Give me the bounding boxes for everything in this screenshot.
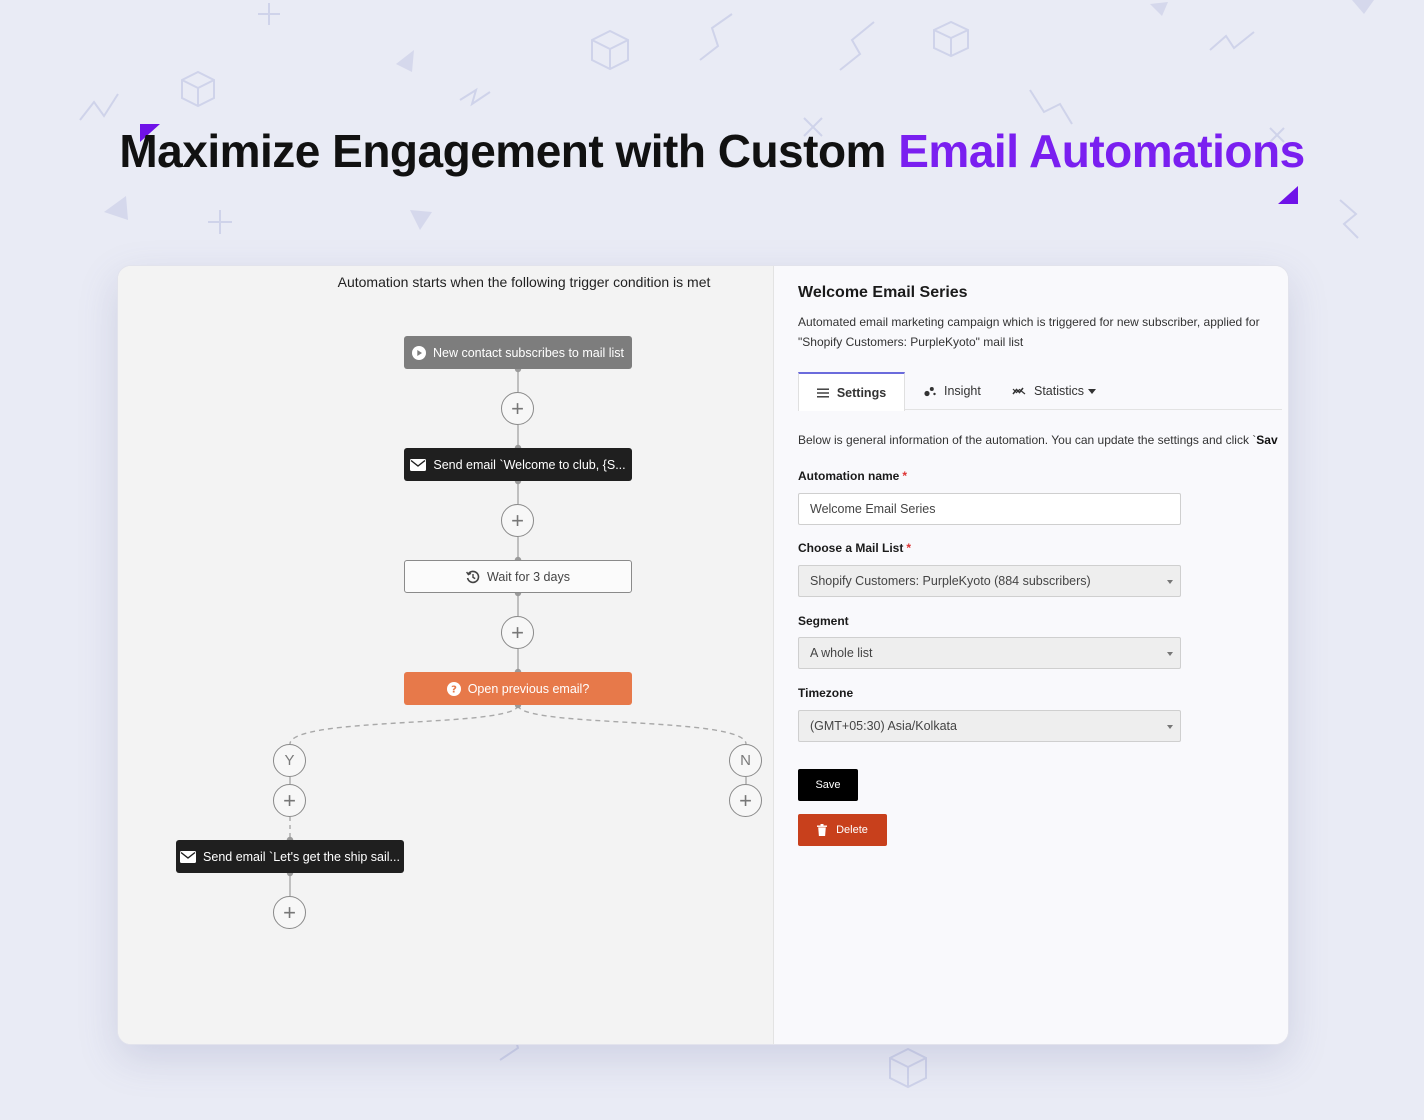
segment-label: Segment	[798, 614, 849, 628]
mail-list-label: Choose a Mail List *	[798, 541, 911, 555]
timezone-value: (GMT+05:30) Asia/Kolkata	[810, 719, 957, 733]
condition-node[interactable]: ? Open previous email?	[404, 672, 632, 705]
tab-insight[interactable]: Insight	[924, 372, 981, 410]
mail-list-select[interactable]: Shopify Customers: PurpleKyoto (884 subs…	[798, 565, 1181, 597]
settings-info-bold: Sav	[1256, 433, 1278, 447]
trash-icon	[817, 824, 828, 836]
automation-card: Automation starts when the following tri…	[117, 265, 1289, 1045]
mail-list-value: Shopify Customers: PurpleKyoto (884 subs…	[810, 574, 1091, 588]
trigger-node[interactable]: New contact subscribes to mail list	[404, 336, 632, 369]
automation-name-label: Automation name *	[798, 469, 907, 483]
send-email-node-2[interactable]: Send email `Let's get the ship sail...	[176, 840, 404, 873]
envelope-icon	[180, 850, 197, 863]
timezone-label: Timezone	[798, 686, 854, 700]
segment-value: A whole list	[810, 646, 873, 660]
mail-list-label-text: Choose a Mail List	[798, 541, 904, 555]
scatter-dots-icon	[924, 385, 936, 397]
required-mark: *	[902, 469, 908, 483]
delete-button-label: Delete	[836, 824, 868, 836]
settings-info-text: Below is general information of the auto…	[798, 433, 1282, 447]
send-email-node-1-label: Send email `Welcome to club, {S...	[433, 457, 626, 472]
headline-accent: Email Automations	[898, 125, 1305, 177]
send-email-node-2-label: Send email `Let's get the ship sail...	[203, 849, 400, 864]
tab-insight-label: Insight	[944, 384, 981, 398]
tab-settings-label: Settings	[836, 385, 887, 400]
automation-name-input[interactable]: Welcome Email Series	[798, 493, 1181, 525]
trend-chart-icon	[1012, 386, 1026, 396]
chevron-down-icon	[1088, 388, 1097, 394]
add-step-button-2[interactable]: +	[501, 504, 534, 537]
trigger-node-label: New contact subscribes to mail list	[432, 345, 625, 360]
delete-button[interactable]: Delete	[798, 814, 887, 846]
play-circle-icon	[411, 345, 426, 360]
add-step-button-no[interactable]: +	[729, 784, 762, 817]
tab-statistics[interactable]: Statistics	[1012, 372, 1097, 410]
tab-settings[interactable]: Settings	[798, 372, 905, 411]
question-circle-icon: ?	[446, 681, 461, 696]
timezone-select[interactable]: (GMT+05:30) Asia/Kolkata	[798, 710, 1181, 742]
add-step-button-yes[interactable]: +	[273, 784, 306, 817]
envelope-icon	[410, 458, 427, 471]
save-button[interactable]: Save	[798, 769, 858, 801]
automation-title: Welcome Email Series	[798, 284, 968, 301]
wait-node[interactable]: Wait for 3 days	[404, 560, 632, 593]
flow-connectors	[286, 365, 747, 896]
select-caret-icon	[1167, 580, 1173, 584]
add-step-button-3[interactable]: +	[501, 616, 534, 649]
select-caret-icon	[1167, 725, 1173, 729]
send-email-node-1[interactable]: Send email `Welcome to club, {S...	[404, 448, 632, 481]
wait-node-label: Wait for 3 days	[487, 569, 570, 584]
automation-name-value: Welcome Email Series	[810, 502, 936, 516]
settings-info-body: Below is general information of the auto…	[798, 433, 1257, 447]
history-clock-icon	[466, 570, 480, 584]
tab-statistics-label: Statistics	[1034, 384, 1085, 398]
headline: Maximize Engagement with Custom Email Au…	[0, 124, 1424, 178]
required-mark: *	[906, 541, 912, 555]
automation-description: Automated email marketing campaign which…	[798, 315, 1260, 349]
condition-node-label: Open previous email?	[467, 681, 590, 696]
panel-tabs: Settings Insight Statistics	[798, 372, 1282, 411]
settings-panel: Welcome Email Series Automated email mar…	[775, 266, 1288, 1044]
add-step-button-1[interactable]: +	[501, 392, 534, 425]
decor-triangle-right	[1278, 186, 1298, 204]
headline-lead: Maximize Engagement with Custom	[119, 125, 886, 177]
svg-text:?: ?	[451, 684, 457, 695]
list-icon	[816, 388, 829, 398]
add-step-button-4[interactable]: +	[273, 896, 306, 929]
flow-canvas: Automation starts when the following tri…	[118, 266, 774, 1044]
branch-no-marker: N	[729, 744, 762, 777]
branch-yes-marker: Y	[273, 744, 306, 777]
segment-select[interactable]: A whole list	[798, 637, 1181, 669]
automation-name-label-text: Automation name	[798, 469, 900, 483]
select-caret-icon	[1167, 652, 1173, 656]
